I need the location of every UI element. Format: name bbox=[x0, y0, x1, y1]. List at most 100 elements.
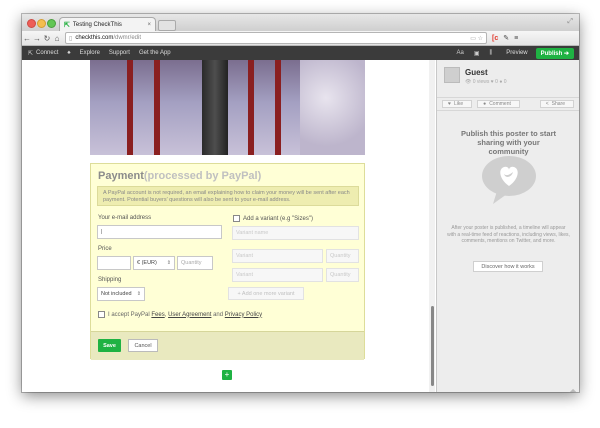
payment-title-sub: (processed by PayPal) bbox=[143, 170, 262, 182]
add-block-button[interactable]: + bbox=[222, 370, 232, 380]
scrollbar-thumb[interactable] bbox=[431, 306, 434, 386]
payment-title-main: Payment bbox=[98, 170, 144, 182]
variant-checkbox[interactable] bbox=[233, 215, 240, 222]
publish-button[interactable]: Publish ➔ bbox=[535, 47, 574, 59]
discover-button[interactable]: Discover how it works bbox=[473, 261, 543, 272]
checkthis-logo-icon: ⇱ bbox=[28, 50, 34, 57]
new-tab-button[interactable] bbox=[158, 20, 176, 31]
image-detail bbox=[248, 60, 254, 155]
variant-quantity-input-1[interactable]: Quantity bbox=[326, 249, 359, 263]
editor-content: Payment(processed by PayPal) A PayPal ac… bbox=[22, 60, 579, 392]
image-detail bbox=[202, 60, 228, 155]
currency-select[interactable]: € (EUR) ⇕ bbox=[133, 256, 175, 270]
image-detail bbox=[127, 60, 133, 155]
terms-agreement: I accept PayPal Fees, User Agreement and… bbox=[98, 311, 262, 318]
browser-toolbar: ← → ↻ ⌂ ▯ checkthis.com/dwmr/edit ▭ ☆ [c… bbox=[22, 31, 579, 46]
email-label: Your e-mail address bbox=[98, 215, 152, 221]
minimize-window-button[interactable] bbox=[37, 19, 46, 28]
reload-icon[interactable]: ↻ bbox=[42, 34, 52, 43]
app-header: ⇱ Connect ♠ Explore Support Get the App … bbox=[22, 46, 579, 60]
price-label: Price bbox=[98, 246, 112, 252]
share-label: Share bbox=[551, 101, 565, 107]
menu-icon[interactable]: ≡ bbox=[514, 35, 518, 42]
fees-link[interactable]: Fees bbox=[151, 312, 164, 318]
home-icon[interactable]: ⌂ bbox=[52, 34, 62, 43]
poster-stats: 👁 0 views ♥ 0 ● 0 bbox=[465, 79, 507, 85]
share-icon: < bbox=[545, 101, 549, 107]
preview-button[interactable]: Preview bbox=[506, 50, 527, 56]
form-footer: Save Cancel bbox=[91, 331, 364, 360]
variant-input-1[interactable]: Variant bbox=[232, 249, 323, 263]
payment-title: Payment(processed by PayPal) bbox=[98, 170, 261, 182]
terms-and: and bbox=[213, 311, 224, 318]
shipping-value: Not included bbox=[101, 291, 132, 297]
privacy-policy-link[interactable]: Privacy Policy bbox=[225, 312, 262, 318]
terms-prefix: I accept PayPal bbox=[108, 311, 150, 318]
tag-icon[interactable]: ◆ bbox=[570, 387, 576, 392]
checkthis-favicon-icon: ⇱ bbox=[64, 21, 70, 29]
variant-name-input[interactable]: Variant name bbox=[232, 226, 359, 240]
poster-image bbox=[90, 60, 365, 155]
heart-bubble-icon bbox=[482, 156, 536, 204]
avatar bbox=[444, 67, 460, 83]
variant-label: Add a variant (e.g "Sizes") bbox=[243, 215, 313, 222]
image-detail bbox=[275, 60, 281, 155]
select-arrows-icon: ⇕ bbox=[166, 260, 171, 266]
support-link[interactable]: Support bbox=[109, 50, 130, 56]
price-input[interactable] bbox=[97, 256, 131, 270]
select-arrows-icon: ⇕ bbox=[136, 291, 141, 297]
variant-option[interactable]: Add a variant (e.g "Sizes") bbox=[233, 215, 313, 222]
user-name: Guest bbox=[465, 68, 488, 77]
connect-link[interactable]: Connect bbox=[36, 50, 58, 56]
fullscreen-icon[interactable]: ⤢ bbox=[567, 18, 573, 26]
image-detail bbox=[300, 60, 365, 155]
shipping-select[interactable]: Not included ⇕ bbox=[97, 287, 145, 301]
payment-form: Payment(processed by PayPal) A PayPal ac… bbox=[90, 163, 365, 360]
browser-titlebar: ⇱ Testing CheckThis × ⤢ bbox=[22, 14, 579, 31]
close-window-button[interactable] bbox=[27, 19, 36, 28]
save-button[interactable]: Save bbox=[98, 339, 121, 352]
image-detail bbox=[154, 60, 160, 155]
back-icon[interactable]: ← bbox=[22, 34, 32, 43]
tab-title: Testing CheckThis bbox=[72, 21, 122, 28]
wrench-icon[interactable]: ✎ bbox=[503, 34, 509, 42]
url-path: /dwmr/edit bbox=[113, 35, 142, 41]
like-label: Like bbox=[453, 101, 464, 107]
share-button[interactable]: < Share bbox=[539, 100, 574, 108]
shipping-label: Shipping bbox=[98, 277, 122, 283]
quantity-input[interactable]: Quantity bbox=[177, 256, 213, 270]
zoom-window-button[interactable] bbox=[47, 19, 56, 28]
comment-button[interactable]: ● Comment bbox=[477, 100, 520, 108]
terms-checkbox[interactable] bbox=[98, 311, 105, 318]
user-agreement-link[interactable]: User Agreement bbox=[168, 312, 211, 318]
get-app-link[interactable]: Get the App bbox=[139, 50, 171, 56]
tab-close-icon[interactable]: × bbox=[147, 22, 151, 28]
explore-link[interactable]: Explore bbox=[80, 50, 100, 56]
email-field[interactable]: | bbox=[97, 225, 222, 239]
comment-label: Comment bbox=[489, 101, 511, 107]
paypal-notice: A PayPal account is not required, an ema… bbox=[97, 186, 359, 206]
activity-sidebar: Guest 👁 0 views ♥ 0 ● 0 ♥ Like ● Comment <… bbox=[436, 60, 579, 392]
add-variant-button[interactable]: + Add one more variant bbox=[228, 287, 304, 300]
extension-c-icon[interactable]: [c bbox=[492, 35, 498, 42]
social-actions: ♥ Like ● Comment < Share bbox=[437, 97, 579, 111]
bookmark-star-icon[interactable]: ▭ ☆ bbox=[470, 35, 483, 42]
comment-icon: ● bbox=[483, 101, 487, 107]
currency-value: € (EUR) bbox=[137, 260, 157, 266]
add-text-icon[interactable]: Aa bbox=[457, 50, 464, 56]
page-icon: ▯ bbox=[69, 35, 73, 42]
heart-icon: ♥ bbox=[448, 101, 451, 107]
publish-promo-text: After your poster is published, a timeli… bbox=[447, 225, 570, 244]
variant-quantity-input-2[interactable]: Quantity bbox=[326, 268, 359, 282]
notifications-bell-icon[interactable]: ♠ bbox=[67, 50, 70, 56]
variant-input-2[interactable]: Variant bbox=[232, 268, 323, 282]
browser-tab[interactable]: ⇱ Testing CheckThis × bbox=[59, 17, 156, 31]
address-bar[interactable]: ▯ checkthis.com/dwmr/edit ▭ ☆ bbox=[65, 32, 487, 44]
like-button[interactable]: ♥ Like bbox=[442, 100, 473, 108]
add-layout-icon[interactable]: ⫼ bbox=[490, 50, 493, 57]
publish-promo-title: Publish this poster to start sharing wit… bbox=[460, 129, 556, 156]
cancel-button[interactable]: Cancel bbox=[128, 339, 158, 352]
add-image-icon[interactable]: ▣ bbox=[474, 50, 480, 57]
browser-window: ⇱ Testing CheckThis × ⤢ ← → ↻ ⌂ ▯ checkt… bbox=[22, 14, 579, 392]
forward-icon[interactable]: → bbox=[32, 34, 42, 43]
